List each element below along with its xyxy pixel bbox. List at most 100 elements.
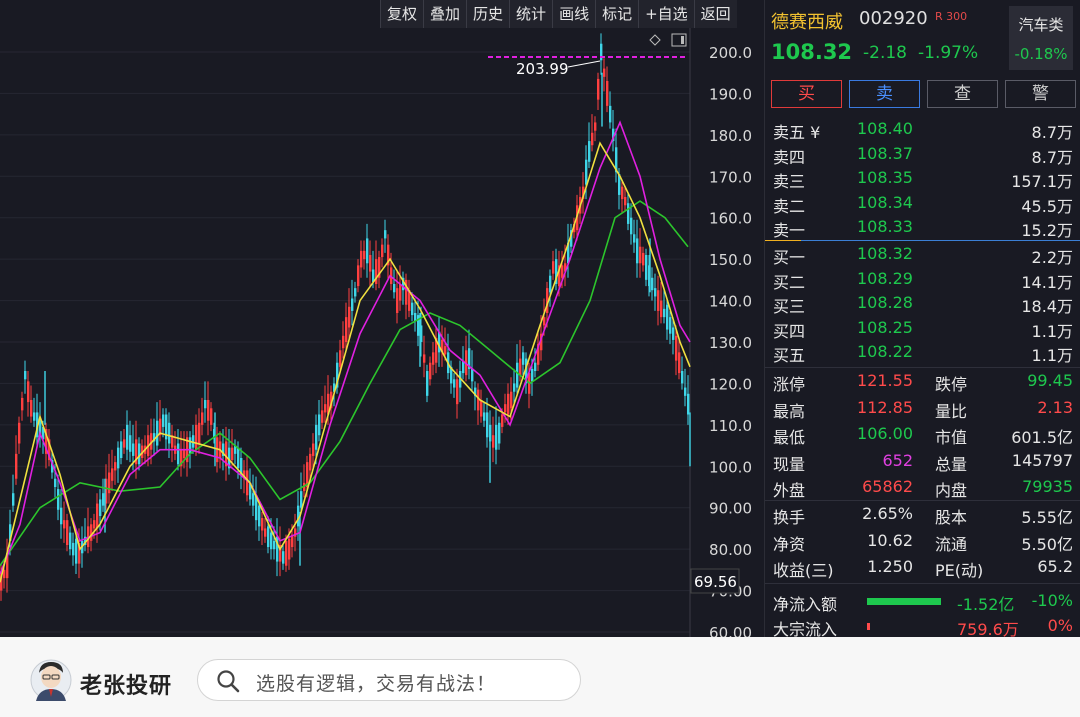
candle-body [510,391,513,409]
candle-body [321,410,324,423]
stat-label: 流通 [935,534,968,554]
candle-body [246,470,249,496]
candle-body [360,250,363,268]
level-price: 108.22 [857,342,913,361]
candle-body [591,132,594,146]
candle-body [636,238,639,264]
sector-box[interactable]: 汽车类 -0.18% [1009,6,1073,70]
kline-chart-area[interactable]: 200.0 190.0 180.0 170.0 160.0 150.0 140.0 130.0… [0,0,764,637]
stat-label: 最低 [773,428,806,447]
candle-body [486,412,489,438]
candle-body [114,462,117,471]
stat-value: 99.45 [1027,371,1073,390]
candle-body [522,352,525,365]
candle-body [108,472,111,494]
candle-body [498,422,501,444]
candle-body [657,290,660,311]
candle-body [231,447,234,461]
toolbar-button[interactable]: 历史 [466,0,510,28]
stat-label: 量比 [935,401,968,421]
candle-body [162,414,165,427]
y-tick-label: 120.0 [709,375,752,393]
candle-body [384,230,387,239]
stat-label: 换手 [773,508,806,527]
toolbar-button[interactable]: 画线 [552,0,596,28]
candle-body [207,400,210,421]
candle-body [594,122,597,131]
toolbar-button[interactable]: +自选 [638,0,694,28]
toolbar-button[interactable]: 统计 [509,0,553,28]
search-input[interactable]: 选股有逻辑，交易有战法！ [197,659,581,701]
level-price: 108.35 [857,168,913,187]
candle-body [483,412,486,421]
candle-body [273,540,276,550]
toolbar-button[interactable]: 返回 [693,0,737,28]
ask-row: 卖四 108.37 8.7万 [765,142,1080,167]
candle-body [684,387,687,396]
stat-row: 最低 106.00 市值 601.5亿 [765,421,1080,447]
ask-row: 卖二 108.34 45.5万 [765,191,1080,216]
level-volume: 45.5万 [1021,196,1073,216]
candle-body [456,379,459,405]
y-tick-label: 90.00 [709,500,752,518]
candle-body [237,447,240,469]
level-price: 108.34 [857,192,913,212]
stat-label: 涨停 [773,375,806,394]
candle-body [651,277,654,291]
candle-body [633,234,636,243]
level-label: 买二 [773,272,806,292]
search-icon [217,670,240,693]
candle-body [552,261,555,274]
candle-body [63,520,66,529]
candle-body [66,520,69,545]
diamond-icon [649,34,661,46]
candle-body [138,443,141,465]
flow-row: 净流入额 -1.52亿 -10% [765,588,1080,614]
y-tick-label: 180.0 [709,127,752,145]
candle-body [678,352,681,374]
price-change-pct: -1.97% [918,43,979,63]
sell-button[interactable]: 卖 [849,80,920,108]
level-price: 108.25 [857,317,913,337]
bid-row: 买四 108.25 1.1万 [765,316,1080,341]
stat-row: 外盘 65862 内盘 79935 [765,474,1080,500]
candle-body [309,453,312,471]
candle-body [639,246,642,264]
level-volume: 18.4万 [1021,297,1073,316]
stock-name[interactable]: 德赛西威 [771,8,843,34]
toolbar-button[interactable]: 标记 [595,0,639,28]
stat-value: 121.55 [857,371,913,390]
candle-body [411,302,414,316]
candle-body [606,81,609,106]
sector-change: -0.18% [1014,45,1068,63]
candle-body [519,358,522,376]
candle-body [30,400,33,417]
toolbar-button[interactable]: 复权 [380,0,424,28]
candle-body [195,424,198,450]
candle-body [21,397,24,411]
candle-body [399,284,402,301]
candle-body [516,362,519,388]
stat-label: 总量 [935,454,968,474]
candle-body [531,368,534,382]
toolbar-button[interactable]: 叠加 [423,0,467,28]
high-arrow [567,60,601,68]
last-price: 108.32 [771,40,853,64]
ask-row: 卖五 ¥ 108.40 8.7万 [765,117,1080,142]
query-button[interactable]: 查 [927,80,998,108]
kline-chart[interactable]: 200.0 190.0 180.0 170.0 160.0 150.0 140.0 130.0… [0,0,764,637]
stat-row: 收益(三) 1.250 PE(动) 65.2 [765,554,1080,580]
margin-badge: R 300 [935,10,968,23]
candle-body [348,306,351,328]
level-label: 卖五 ¥ [773,123,821,142]
candle-body [33,412,36,421]
candle-body [15,453,18,479]
level-label: 买四 [773,321,806,341]
chart-toolbar: 复权 叠加 历史 统计 画线 标记 +自选 返回 [380,0,737,28]
candle-body [621,186,624,200]
buy-button[interactable]: 买 [771,80,842,108]
candle-body [168,422,171,444]
candle-body [27,381,30,403]
alert-button[interactable]: 警 [1005,80,1076,108]
candle-body [381,244,384,258]
